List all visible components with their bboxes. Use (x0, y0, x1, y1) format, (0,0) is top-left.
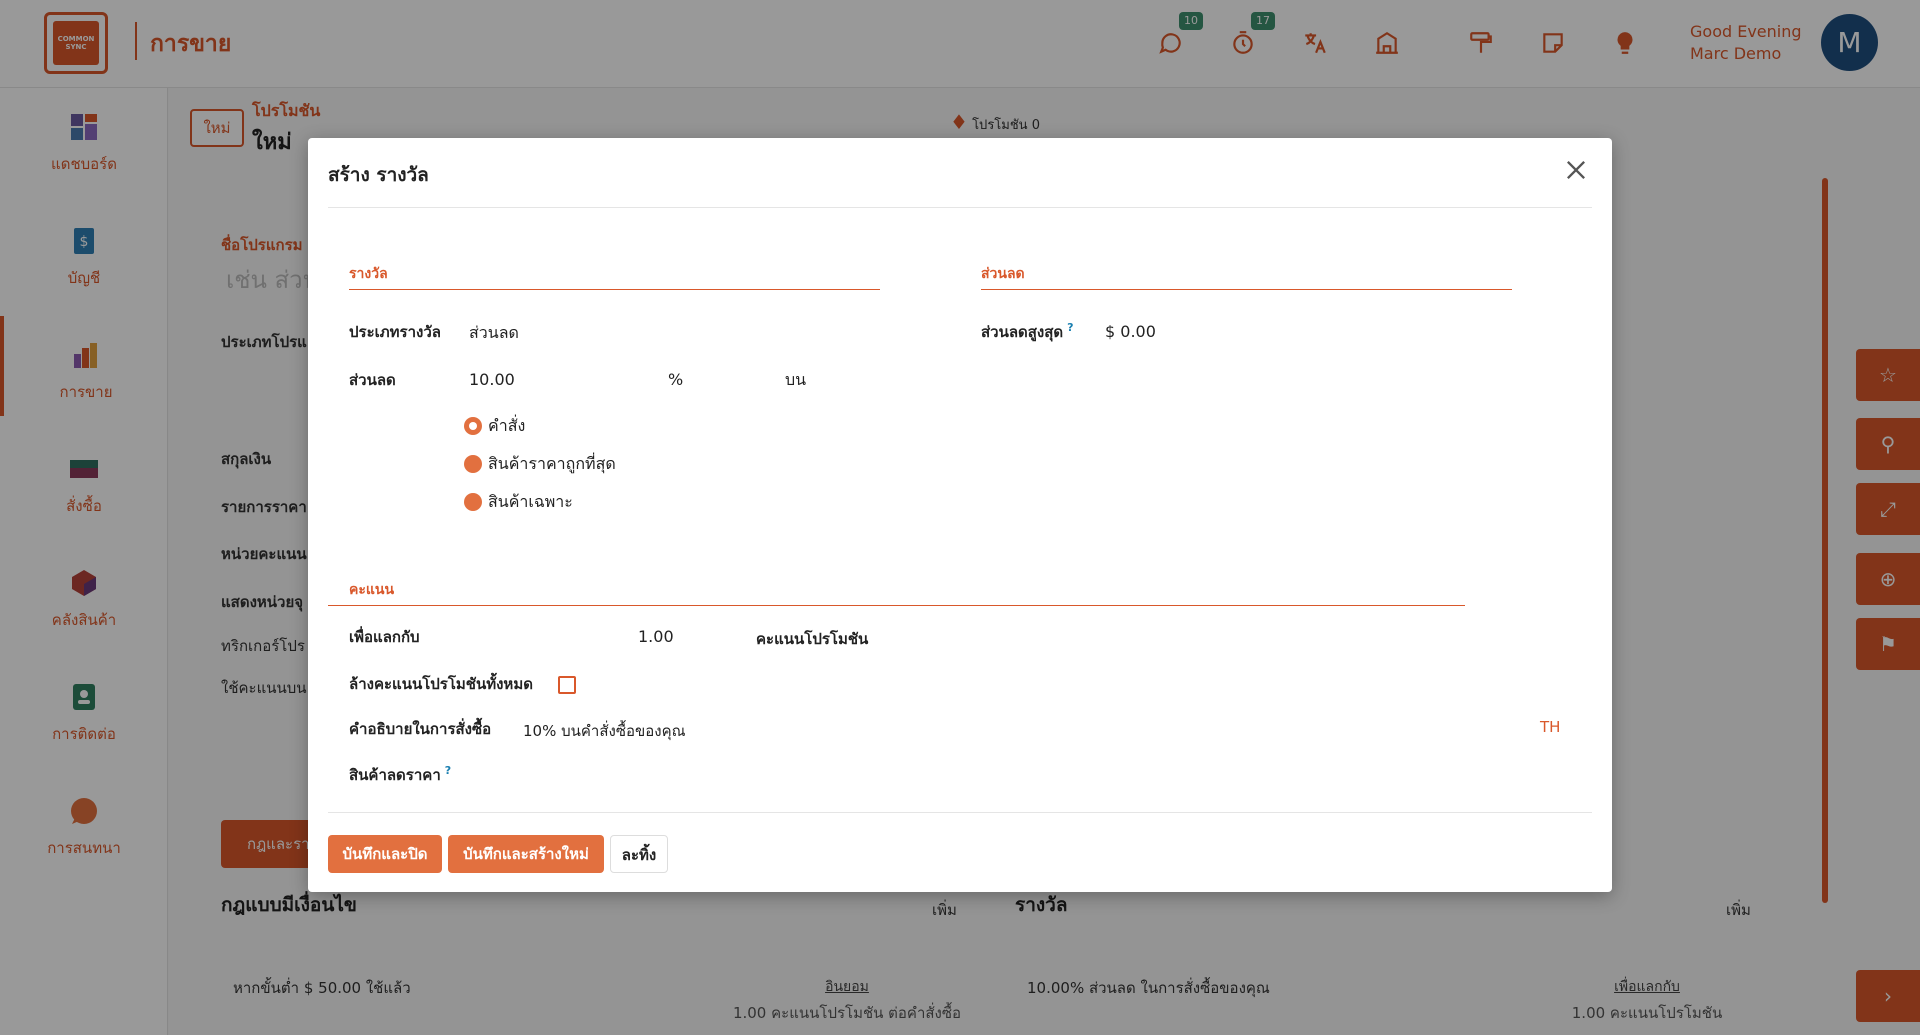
discard-button[interactable]: ละทิ้ง (610, 835, 668, 873)
radio-label: สินค้าเฉพาะ (488, 491, 573, 511)
discount-label: ส่วนลด (349, 371, 396, 389)
discount-input[interactable]: 10.00 (469, 370, 515, 389)
radio-dot (464, 455, 482, 473)
reward-type-select[interactable]: ส่วนลด (469, 321, 519, 346)
help-icon[interactable]: ? (445, 764, 451, 777)
in-exchange-input[interactable]: 1.00 (638, 627, 674, 646)
save-new-button[interactable]: บันทึกและสร้างใหม่ (448, 835, 604, 873)
points-section-title: คะแนน (328, 579, 1465, 606)
footer-divider (328, 812, 1592, 813)
max-discount-label: ส่วนลดสูงสุด? (981, 320, 1074, 344)
radio-cheapest-product[interactable]: สินค้าราคาถูกที่สุด (464, 453, 616, 475)
discount-unit-select[interactable]: % (668, 370, 683, 389)
discount-product-label: สินค้าลดราคา? (349, 763, 451, 787)
max-discount-label-text: ส่วนลดสูงสุด (981, 323, 1064, 341)
reward-section-title: รางวัล (349, 263, 880, 290)
dialog-title: สร้าง รางวัล (328, 164, 429, 186)
header-divider (328, 207, 1592, 208)
radio-dot (464, 493, 482, 511)
apply-on-label: บน (785, 370, 807, 389)
clear-points-label: ล้างคะแนนโปรโมชันทั้งหมด (349, 675, 533, 693)
max-discount-input[interactable]: $ 0.00 (1105, 322, 1156, 341)
help-icon[interactable]: ? (1067, 321, 1073, 334)
discount-section-title: ส่วนลด (981, 263, 1512, 290)
radio-label: สินค้าราคาถูกที่สุด (488, 453, 616, 473)
clear-points-checkbox[interactable] (558, 676, 576, 694)
create-reward-dialog: สร้าง รางวัล รางวัล ส่วนลด ประเภทรางวัล … (308, 138, 1612, 892)
order-description-input[interactable]: 10% บนคำสั่งซื้อของคุณ (523, 719, 686, 743)
language-button[interactable]: TH (1540, 718, 1560, 736)
radio-dot (464, 417, 482, 435)
points-unit-text: คะแนนโปรโมชัน (756, 630, 869, 648)
discount-product-label-text: สินค้าลดราคา (349, 766, 441, 784)
save-close-button[interactable]: บันทึกและปิด (328, 835, 442, 873)
reward-type-label: ประเภทรางวัล (349, 323, 441, 341)
in-exchange-label: เพื่อแลกกับ (349, 628, 420, 646)
close-icon[interactable] (1562, 156, 1590, 184)
radio-order[interactable]: คำสั่ง (464, 415, 525, 437)
radio-label: คำสั่ง (488, 415, 526, 435)
order-description-label: คำอธิบายในการสั่งซื้อ (349, 720, 492, 738)
radio-specific-products[interactable]: สินค้าเฉพาะ (464, 491, 573, 513)
